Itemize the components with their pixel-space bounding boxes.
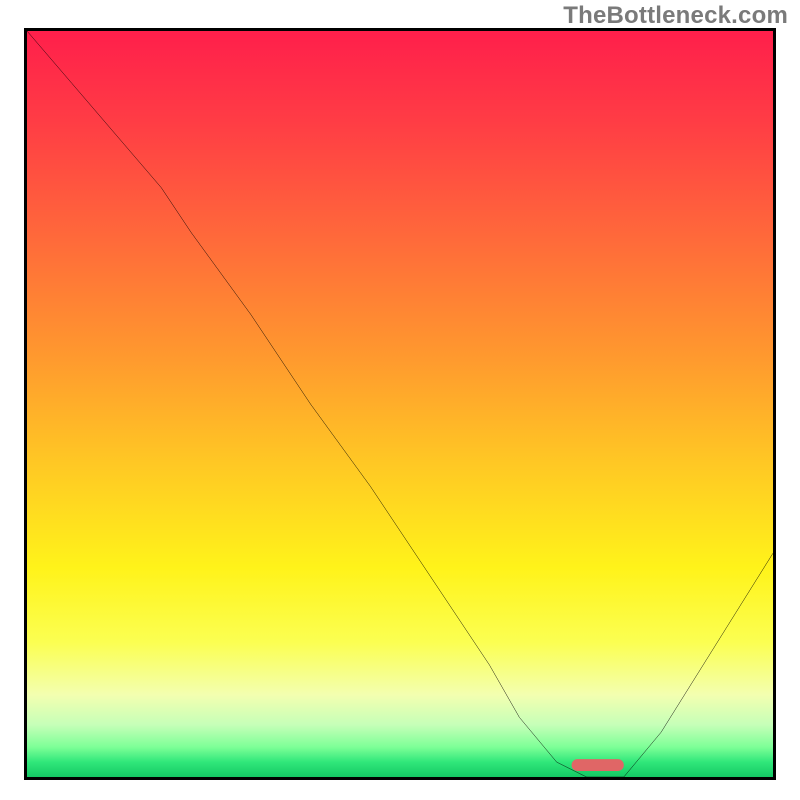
chart-svg — [27, 31, 773, 777]
optimal-range-marker — [572, 759, 624, 771]
plot-area — [24, 28, 776, 780]
watermark-text: TheBottleneck.com — [563, 2, 788, 30]
bottleneck-curve — [27, 31, 773, 777]
chart-container: TheBottleneck.com — [0, 0, 800, 800]
